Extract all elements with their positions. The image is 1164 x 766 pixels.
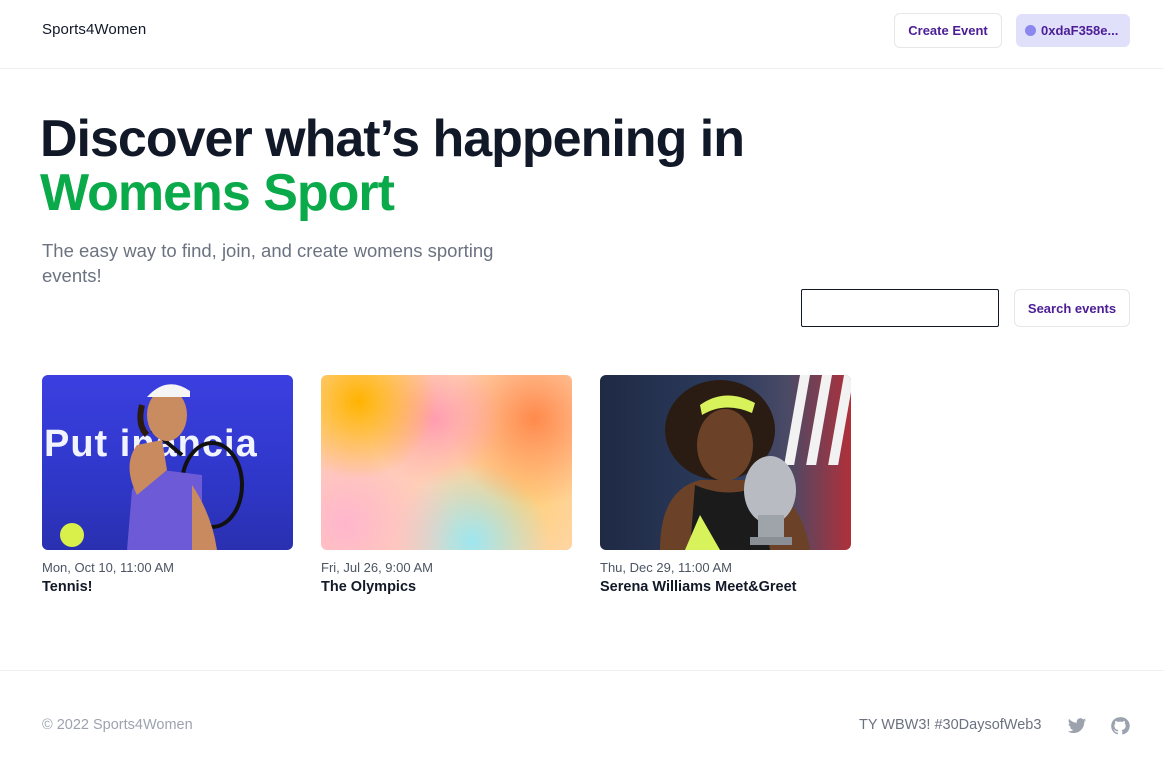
wallet-status-dot [1025, 25, 1036, 36]
tennis-player-photo: Put inancia [42, 375, 293, 550]
copyright-text: © 2022 Sports4Women [42, 717, 193, 733]
event-date: Fri, Jul 26, 9:00 AM [321, 560, 433, 575]
event-date: Mon, Oct 10, 11:00 AM [42, 560, 174, 575]
footer: © 2022 Sports4Women TY WBW3! #30DaysofWe… [0, 670, 1164, 766]
wallet-address: 0xdaF358e... [1041, 23, 1119, 38]
event-card[interactable]: Fri, Jul 26, 9:00 AM The Olympics [321, 375, 572, 595]
top-navbar: Sports4Women Create Event 0xdaF358e... [0, 0, 1164, 69]
wallet-button[interactable]: 0xdaF358e... [1016, 14, 1130, 47]
event-title[interactable]: The Olympics [321, 579, 572, 595]
gradient-placeholder-image [321, 375, 572, 550]
search-input[interactable] [801, 289, 999, 327]
event-date: Thu, Dec 29, 11:00 AM [600, 560, 732, 575]
event-title[interactable]: Tennis! [42, 579, 293, 595]
hero-subtitle: The easy way to find, join, and create w… [42, 240, 494, 286]
footer-note: TY WBW3! #30DaysofWeb3 [859, 717, 1042, 733]
twitter-icon[interactable] [1067, 716, 1087, 736]
hero-title-accent: Womens Sport [40, 164, 395, 222]
hero-title: Discover what’s happening in Womens Spor… [40, 112, 800, 220]
brand-logo[interactable]: Sports4Women [42, 21, 146, 38]
tennis-player-figure [60, 384, 244, 550]
trophy-photo [600, 375, 851, 550]
create-event-button[interactable]: Create Event [894, 13, 1002, 48]
flag-stripes [784, 375, 851, 465]
hero-title-line1: Discover what’s happening in [40, 110, 745, 168]
event-title[interactable]: Serena Williams Meet&Greet [600, 579, 851, 595]
event-card[interactable]: Thu, Dec 29, 11:00 AM Serena Williams Me… [600, 375, 851, 595]
search-events-button[interactable]: Search events [1014, 289, 1130, 327]
event-card[interactable]: Put inancia Mon, Oct 10, 11:00 AM Tennis… [42, 375, 293, 595]
github-icon[interactable] [1110, 716, 1130, 736]
athlete-with-trophy-figure [660, 375, 851, 550]
